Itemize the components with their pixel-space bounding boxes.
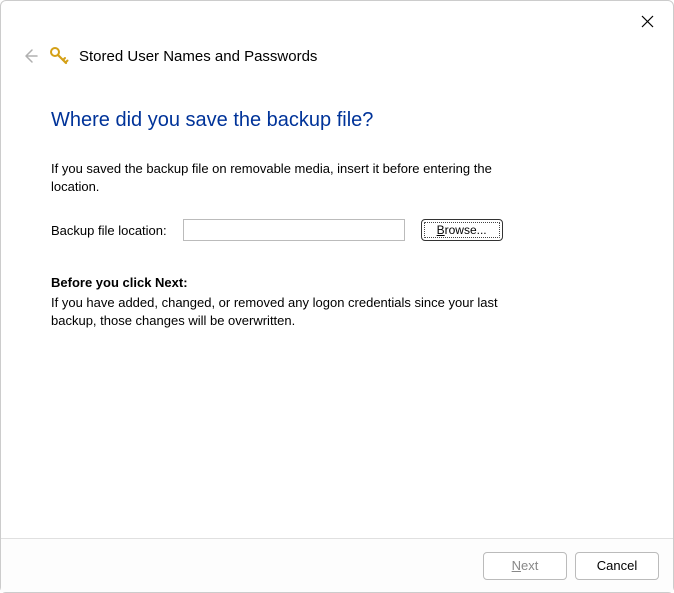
- next-button[interactable]: Next: [483, 552, 567, 580]
- file-location-row: Backup file location: Browse...: [51, 219, 623, 241]
- browse-mnemonic: B: [437, 223, 445, 237]
- file-location-label: Backup file location:: [51, 223, 167, 238]
- close-button[interactable]: [635, 9, 659, 33]
- next-mnemonic: N: [512, 558, 521, 573]
- wizard-header: Stored User Names and Passwords: [21, 46, 317, 66]
- next-label-rest: ext: [521, 558, 538, 573]
- content-area: Where did you save the backup file? If y…: [51, 109, 623, 329]
- wizard-title: Stored User Names and Passwords: [79, 48, 317, 65]
- cancel-button[interactable]: Cancel: [575, 552, 659, 580]
- file-location-input[interactable]: [183, 219, 405, 241]
- back-arrow-icon: [22, 48, 38, 64]
- description-text: If you saved the backup file on removabl…: [51, 160, 531, 195]
- close-icon: [641, 15, 654, 28]
- browse-button[interactable]: Browse...: [421, 219, 503, 241]
- key-icon: [49, 46, 69, 66]
- browse-label-rest: rowse...: [445, 223, 487, 237]
- wizard-footer: Next Cancel: [1, 538, 673, 592]
- warning-heading: Before you click Next:: [51, 275, 623, 290]
- back-button[interactable]: [21, 47, 39, 65]
- page-heading: Where did you save the backup file?: [51, 109, 623, 132]
- warning-text: If you have added, changed, or removed a…: [51, 294, 531, 329]
